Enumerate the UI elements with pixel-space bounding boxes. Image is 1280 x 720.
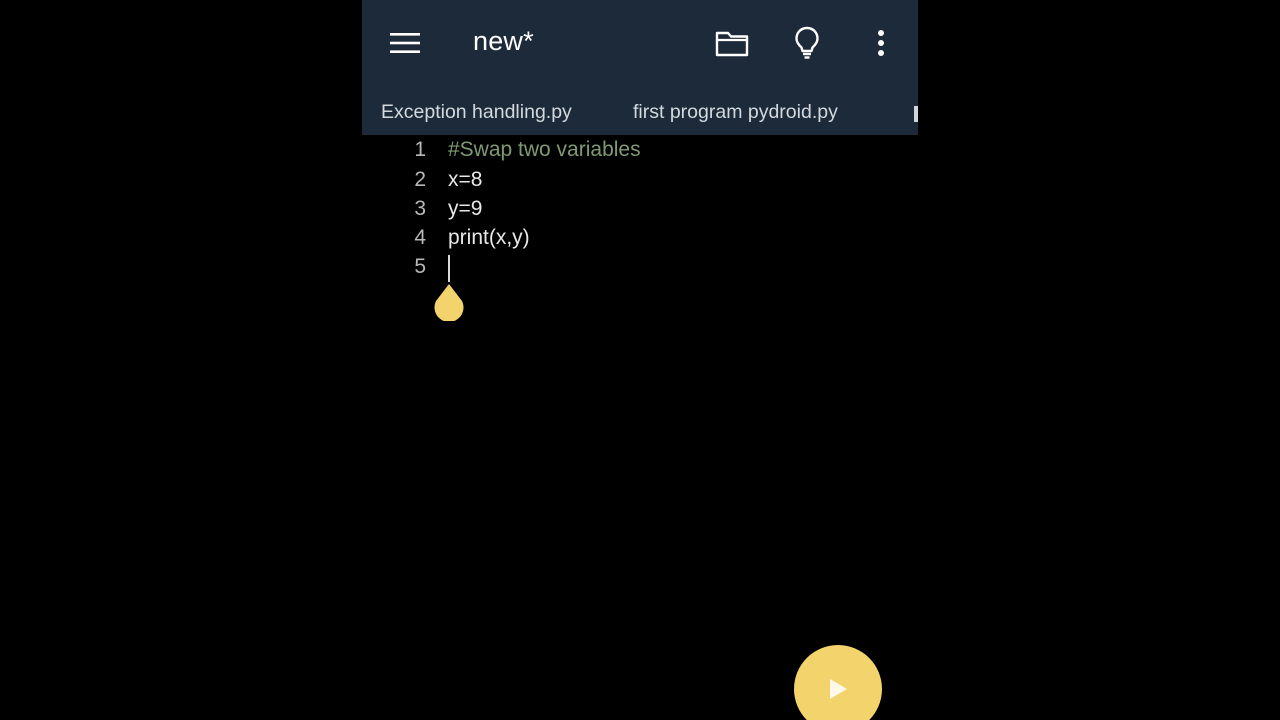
code-text[interactable]: #Swap two variables bbox=[448, 138, 641, 162]
code-text[interactable]: y=9 bbox=[448, 197, 482, 221]
line-number: 5 bbox=[414, 255, 426, 278]
code-editor[interactable]: 1 #Swap two variables 2 x=8 3 y=9 4 prin… bbox=[362, 135, 918, 720]
code-line: 2 x=8 bbox=[362, 165, 918, 195]
file-title: new* bbox=[473, 26, 534, 56]
cursor-drag-handle[interactable] bbox=[433, 283, 465, 321]
tab-first-program[interactable]: first program pydroid.py bbox=[633, 101, 838, 124]
hamburger-menu-icon bbox=[390, 33, 420, 53]
line-number: 1 bbox=[414, 138, 426, 161]
play-icon bbox=[830, 679, 847, 699]
app-bar: new* bbox=[362, 0, 918, 88]
lightbulb-icon bbox=[795, 26, 819, 59]
code-line: 1 #Swap two variables bbox=[362, 135, 918, 165]
phone-screen: new* Exception handling.py first program… bbox=[362, 0, 918, 720]
tab-exception-handling[interactable]: Exception handling.py bbox=[381, 101, 572, 124]
folder-icon bbox=[715, 31, 749, 57]
code-text[interactable]: x=8 bbox=[448, 168, 482, 192]
menu-button[interactable] bbox=[383, 21, 427, 65]
more-vert-icon bbox=[878, 30, 884, 56]
line-number: 4 bbox=[414, 226, 426, 249]
tab-overflow-partial[interactable] bbox=[914, 106, 918, 122]
code-line: 5 bbox=[362, 252, 918, 282]
file-tabs: Exception handling.py first program pydr… bbox=[362, 88, 918, 135]
line-number: 2 bbox=[414, 168, 426, 191]
line-number: 3 bbox=[414, 197, 426, 220]
overflow-menu-button[interactable] bbox=[859, 21, 903, 65]
code-line: 4 print(x,y) bbox=[362, 223, 918, 253]
text-cursor bbox=[448, 255, 450, 282]
open-folder-button[interactable] bbox=[710, 21, 754, 65]
code-line: 3 y=9 bbox=[362, 194, 918, 224]
tips-button[interactable] bbox=[785, 21, 829, 65]
code-text[interactable]: print(x,y) bbox=[448, 226, 530, 250]
